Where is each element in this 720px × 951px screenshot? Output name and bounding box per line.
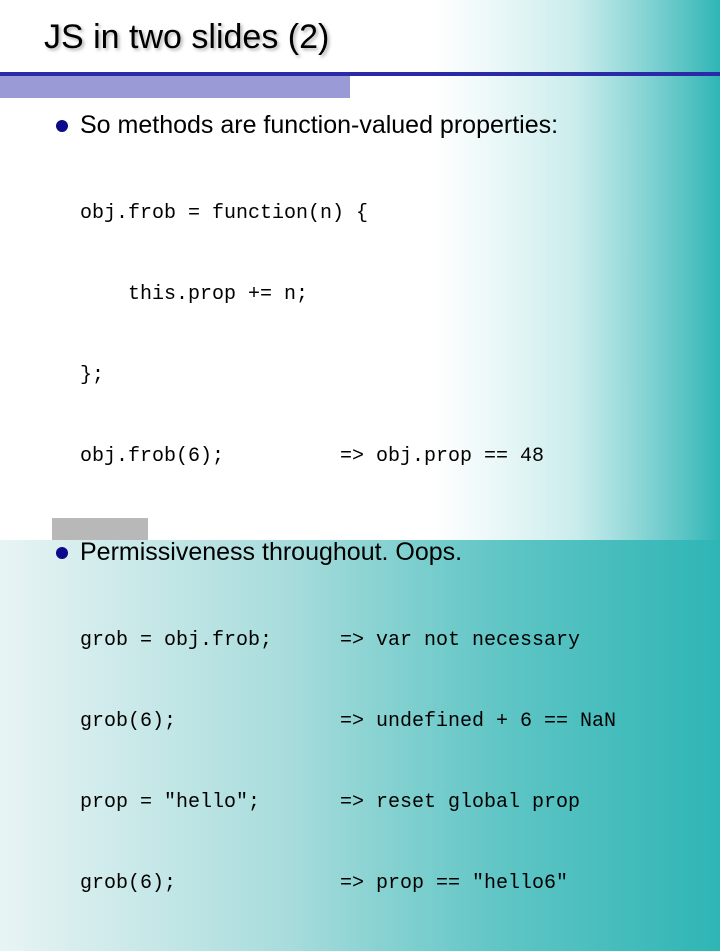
code-block: obj.frob = function(n) { this.prop += n;… <box>80 146 680 524</box>
bullet-text: Permissiveness throughout. Oops. <box>80 538 462 567</box>
code-left: grob(6); <box>80 708 340 735</box>
code-line: grob = obj.frob;=> var not necessary <box>80 627 680 654</box>
content-area: So methods are function-valued propertie… <box>0 57 720 951</box>
code-right: => reset global prop <box>340 789 680 816</box>
code-line: grob(6);=> undefined + 6 == NaN <box>80 708 680 735</box>
code-line: obj.frob = function(n) { <box>80 200 680 227</box>
code-left: this.prop += n; <box>80 281 340 308</box>
code-right: => var not necessary <box>340 627 680 654</box>
footer-accent-block <box>52 518 148 540</box>
title-accent-block <box>0 76 350 98</box>
code-right <box>340 362 680 389</box>
code-left: obj.frob = function(n) { <box>80 200 340 227</box>
code-right: => undefined + 6 == NaN <box>340 708 680 735</box>
bullet-text: So methods are function-valued propertie… <box>80 111 558 140</box>
bullet-icon <box>56 120 68 132</box>
code-line: }; <box>80 362 680 389</box>
code-line: prop = "hello";=> reset global prop <box>80 789 680 816</box>
code-left: grob(6); <box>80 870 340 897</box>
bullet-item: So methods are function-valued propertie… <box>56 111 680 140</box>
code-left: grob = obj.frob; <box>80 627 340 654</box>
code-right <box>340 200 680 227</box>
slide-title: JS in two slides (2) <box>0 0 720 57</box>
code-line: this.prop += n; <box>80 281 680 308</box>
code-left: obj.frob(6); <box>80 443 340 470</box>
bullet-item: Permissiveness throughout. Oops. <box>56 538 680 567</box>
code-left: }; <box>80 362 340 389</box>
slide: JS in two slides (2) So methods are func… <box>0 0 720 540</box>
code-line: obj.frob(6);=> obj.prop == 48 <box>80 443 680 470</box>
code-right: => prop == "hello6" <box>340 870 680 897</box>
code-right <box>340 281 680 308</box>
code-right: => obj.prop == 48 <box>340 443 680 470</box>
bullet-icon <box>56 547 68 559</box>
code-block: grob = obj.frob;=> var not necessary gro… <box>80 573 680 951</box>
code-left: prop = "hello"; <box>80 789 340 816</box>
code-line: grob(6);=> prop == "hello6" <box>80 870 680 897</box>
